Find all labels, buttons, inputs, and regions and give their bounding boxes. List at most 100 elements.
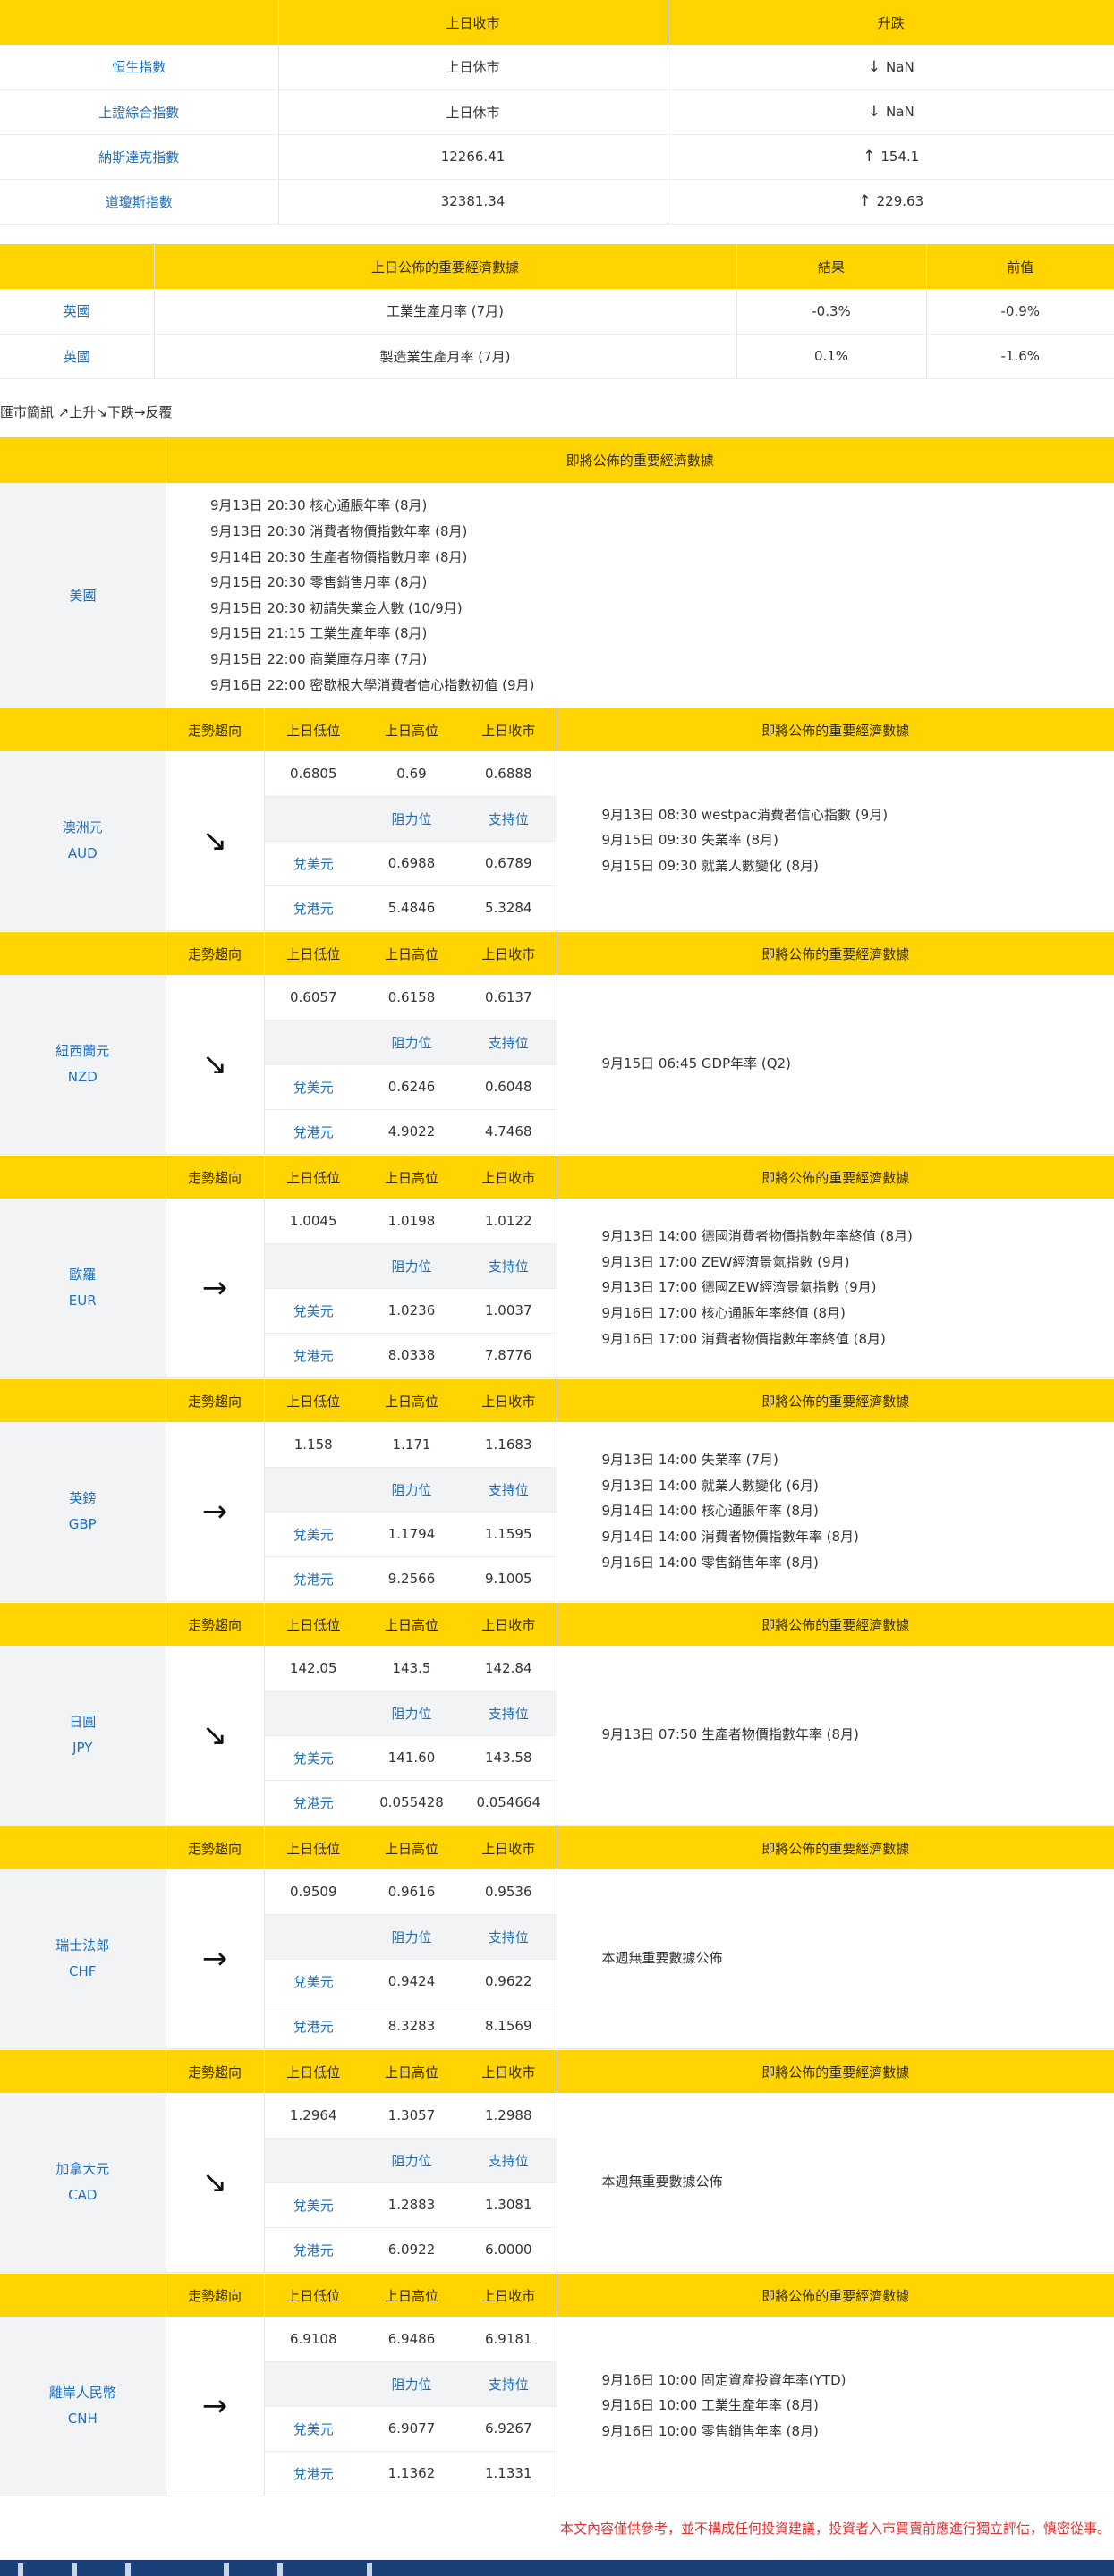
currency-name-cell[interactable]: 紐西蘭元 NZD (0, 975, 166, 1155)
usd-resistance: 141.60 (362, 1735, 461, 1781)
header-high: 上日高位 (362, 2050, 461, 2093)
currency-name-cell[interactable]: 瑞士法郎 CHF (0, 1869, 166, 2049)
index-row: 恒生指數 上日休市 ↓ NaN (0, 45, 1114, 90)
usd-resistance: 1.2883 (362, 2182, 461, 2228)
index-close: 上日休市 (277, 89, 668, 135)
support-label: 支持位 (461, 1020, 557, 1065)
currency-table: 走勢趨向 上日低位 上日高位 上日收市 即將公佈的重要經濟數據 加拿大元 CAD … (0, 2050, 1114, 2273)
prev-high: 1.0198 (362, 1199, 461, 1244)
hkd-resistance: 1.1362 (362, 2451, 461, 2496)
us-upcoming-table: 即將公佈的重要經濟數據 美國 9月13日 20:30 核心通脹年率 (8月) 9… (0, 437, 1114, 709)
prev-low: 1.158 (263, 1422, 362, 1468)
currency-name-cell[interactable]: 日圓 JPY (0, 1646, 166, 1826)
event-item: 9月15日 22:00 商業庫存月率 (7月) (210, 650, 428, 667)
index-row: 納斯達克指數 12266.41 ↑ 154.1 (0, 134, 1114, 180)
currency-price-row: 瑞士法郎 CHF → 0.9509 0.9616 0.9536 本週無重要數據公佈 (0, 1869, 1114, 2049)
upcoming-events: 9月13日 14:00 德國消費者物價指數年率終值 (8月) 9月13日 17:0… (556, 1199, 1114, 1378)
header-upcoming: 即將公佈的重要經濟數據 (556, 1156, 1114, 1199)
right-arrow-icon: → (165, 2317, 264, 2496)
header-high: 上日高位 (362, 708, 461, 751)
header-low: 上日低位 (263, 1379, 362, 1422)
vs-usd-label: 兌美元 (263, 2182, 362, 2228)
us-header-upcoming: 即將公佈的重要經濟數據 (165, 437, 1114, 483)
currency-price-row: 英鎊 GBP → 1.158 1.171 1.1683 9月13日 14:00 失… (0, 1422, 1114, 1602)
page: 上日收市 升跌 恒生指數 上日休市 ↓ NaN 上證綜合指數 上日休市 ↓ NaN … (0, 0, 1114, 2576)
header-low: 上日低位 (263, 2274, 362, 2317)
header-low: 上日低位 (263, 932, 362, 975)
event-item: 9月13日 14:00 德國消費者物價指數年率終值 (8月) (601, 1228, 913, 1245)
econ-header-prev: 前值 (925, 244, 1114, 289)
currency-header-blank (0, 1379, 166, 1422)
event-item: 9月15日 06:45 GDP年率 (Q2) (601, 1055, 791, 1072)
econ-country[interactable]: 英國 (0, 334, 154, 379)
hkd-support: 5.3284 (461, 886, 557, 931)
upcoming-events: 9月13日 08:30 westpac消費者信心指數 (9月) 9月15日 09:… (556, 751, 1114, 931)
event-item: 9月16日 22:00 密歇根大學消費者信心指數初值 (9月) (210, 676, 535, 693)
econ-prev: -0.9% (925, 289, 1114, 335)
event-item: 9月14日 14:00 核心通脹年率 (8月) (601, 1503, 819, 1520)
vs-usd-label: 兌美元 (263, 1288, 362, 1334)
currency-code: EUR (68, 1292, 97, 1309)
currency-name-cell[interactable]: 加拿大元 CAD (0, 2093, 166, 2273)
index-close: 12266.41 (277, 134, 668, 180)
event-item: 9月13日 17:00 ZEW經濟景氣指數 (9月) (601, 1253, 850, 1270)
header-trend: 走勢趨向 (165, 1826, 264, 1869)
currency-price-row: 歐羅 EUR → 1.0045 1.0198 1.0122 9月13日 14:00… (0, 1199, 1114, 1378)
currency-name: 加拿大元 (55, 2160, 110, 2177)
index-name[interactable]: 納斯達克指數 (0, 134, 278, 180)
event-item: 9月14日 20:30 生產者物價指數月率 (8月) (210, 548, 468, 565)
vs-usd-label: 兌美元 (263, 1512, 362, 1557)
index-name[interactable]: 恒生指數 (0, 45, 278, 90)
prev-high: 1.171 (362, 1422, 461, 1468)
currency-table: 走勢趨向 上日低位 上日高位 上日收市 即將公佈的重要經濟數據 離岸人民幣 CNH… (0, 2274, 1114, 2496)
prev-low: 1.2964 (263, 2093, 362, 2139)
index-close: 32381.34 (277, 179, 668, 225)
currency-header-blank (0, 1826, 166, 1869)
resistance-label: 阻力位 (362, 796, 461, 842)
event-item: 9月13日 20:30 核心通脹年率 (8月) (210, 497, 428, 514)
currency-name-cell[interactable]: 離岸人民幣 CNH (0, 2317, 166, 2496)
prev-close: 0.9536 (461, 1869, 557, 1915)
header-upcoming: 即將公佈的重要經濟數據 (556, 2274, 1114, 2317)
us-table-header: 即將公佈的重要經濟數據 (0, 437, 1114, 483)
index-name[interactable]: 道瓊斯指數 (0, 179, 278, 225)
currency-table: 走勢趨向 上日低位 上日高位 上日收市 即將公佈的重要經濟數據 澳洲元 AUD ↘… (0, 708, 1114, 931)
resistance-label: 阻力位 (362, 2138, 461, 2183)
currency-name: 紐西蘭元 (55, 1042, 110, 1059)
vs-hkd-label: 兌港元 (263, 2004, 362, 2049)
footer-mark (125, 2563, 131, 2576)
prev-low: 6.9108 (263, 2317, 362, 2362)
event-item: 9月13日 14:00 失業率 (7月) (601, 1452, 778, 1469)
header-upcoming: 即將公佈的重要經濟數據 (556, 1379, 1114, 1422)
prev-high: 1.3057 (362, 2093, 461, 2139)
resistance-label: 阻力位 (362, 2361, 461, 2407)
prev-low: 142.05 (263, 1646, 362, 1691)
usd-support: 0.9622 (461, 1959, 557, 2004)
usd-resistance: 0.9424 (362, 1959, 461, 2004)
index-name[interactable]: 上證綜合指數 (0, 89, 278, 135)
econ-table-header: 上日公佈的重要經濟數據 結果 前值 (0, 244, 1114, 289)
us-row: 美國 9月13日 20:30 核心通脹年率 (8月) 9月13日 20:30 消… (0, 483, 1114, 709)
index-row: 上證綜合指數 上日休市 ↓ NaN (0, 89, 1114, 135)
currency-header-blank (0, 1603, 166, 1646)
hkd-resistance: 8.3283 (362, 2004, 461, 2049)
currency-name-cell[interactable]: 英鎊 GBP (0, 1422, 166, 1602)
hkd-support: 6.0000 (461, 2227, 557, 2273)
currency-name-cell[interactable]: 澳洲元 AUD (0, 751, 166, 931)
disclaimer: 本文內容僅供參考，並不構成任何投資建議，投資者入市買賣前應進行獨立評估，慎密從事… (559, 2521, 1110, 2537)
right-arrow-icon: → (165, 1199, 264, 1378)
event-item: 9月16日 10:00 固定資產投資年率(YTD) (601, 2371, 846, 2388)
index-table: 上日收市 升跌 恒生指數 上日休市 ↓ NaN 上證綜合指數 上日休市 ↓ NaN … (0, 0, 1114, 225)
vs-hkd-label: 兌港元 (263, 1556, 362, 1602)
event-item: 9月16日 10:00 零售銷售年率 (8月) (601, 2423, 819, 2440)
resistance-label: 阻力位 (362, 1914, 461, 1960)
event-item: 9月13日 20:30 消費者物價指數年率 (8月) (210, 522, 468, 539)
currency-header: 走勢趨向 上日低位 上日高位 上日收市 即將公佈的重要經濟數據 (0, 932, 1114, 975)
down-right-arrow-icon: ↘ (165, 1646, 264, 1826)
currency-code: JPY (72, 1739, 93, 1756)
currency-header-blank (0, 2274, 166, 2317)
us-country[interactable]: 美國 (0, 483, 166, 709)
currency-name-cell[interactable]: 歐羅 EUR (0, 1199, 166, 1378)
econ-country[interactable]: 英國 (0, 289, 154, 335)
header-close: 上日收市 (461, 932, 557, 975)
